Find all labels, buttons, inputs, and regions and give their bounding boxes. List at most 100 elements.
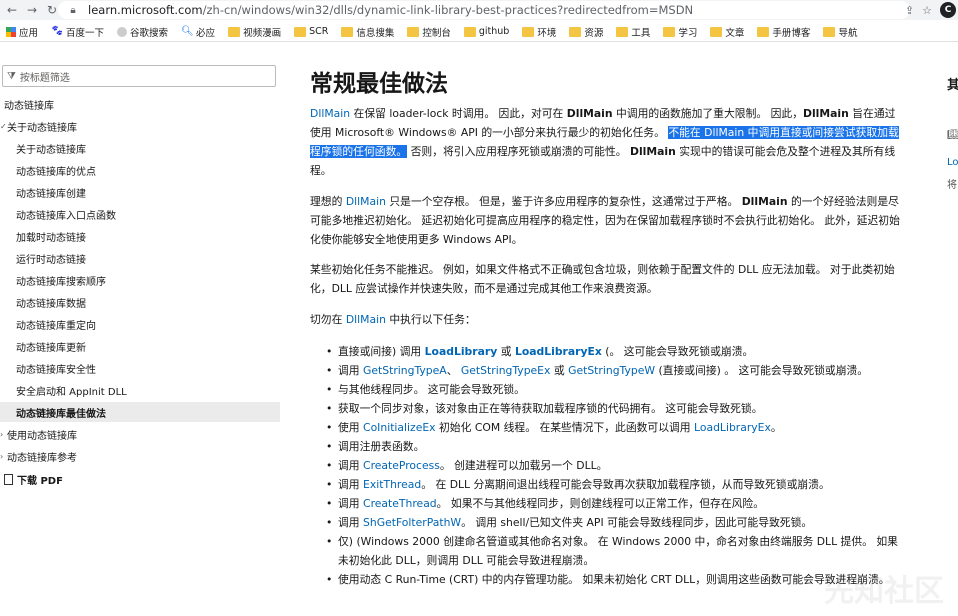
bookmark-item[interactable]: 文章 <box>710 25 744 39</box>
list-item-text: (直接或间接) 。 这可能会导致死锁或崩溃。 <box>655 364 869 377</box>
list-item-text: 。 如果不与其他线程同步，则创建线程可以正常工作，但存在风险。 <box>436 497 765 510</box>
toc-item[interactable]: › 使用动态链接库 <box>0 424 77 444</box>
bookmark-item[interactable]: 手册博客 <box>757 25 810 39</box>
toc-item[interactable]: 关于动态链接库 <box>0 138 86 158</box>
bookmark-label: 控制台 <box>422 27 451 39</box>
list-item: 调用 GetStringTypeA、 GetStringTypeEx 或 Get… <box>326 361 906 380</box>
bookmark-label: 工具 <box>631 27 651 39</box>
api-link[interactable]: LoadLibraryEx <box>515 345 602 358</box>
bookmark-label: 学习 <box>678 27 698 39</box>
bookmark-item[interactable]: 环境 <box>522 25 556 39</box>
api-link[interactable]: LoadLibrary <box>425 345 498 358</box>
right-rail: 其 📖︎ Lo 将 <box>930 46 958 616</box>
api-link[interactable]: GetStringTypeW <box>568 364 655 377</box>
list-item: 调用注册表函数。 <box>326 437 906 456</box>
filter-input[interactable]: ⧩ 按标题筛选 <box>2 65 276 87</box>
api-link[interactable]: LoadLibraryEx <box>694 421 771 434</box>
paragraph-1: DllMain 在保留 loader-lock 时调用。 因此，对可在 DllM… <box>310 104 906 180</box>
list-item: 使用动态 C Run-Time (CRT) 中的内存管理功能。 如果未初始化 C… <box>326 570 906 589</box>
toc-item[interactable]: 动态链接库数据 <box>0 292 86 312</box>
folder-icon <box>757 26 770 37</box>
toc-item[interactable]: 运行时动态链接 <box>0 248 86 268</box>
list-item-text: 直接或间接) 调用 <box>338 345 425 358</box>
url-text[interactable]: learn.microsoft.com/zh-cn/windows/win32/… <box>88 3 693 17</box>
toc-item[interactable]: 安全启动和 AppInit DLL <box>0 380 127 400</box>
rail-text: 将 <box>947 180 957 191</box>
bookmark-label: 手册博客 <box>772 27 811 39</box>
toc-item-label: 加载时动态链接 <box>16 232 86 244</box>
toc-item[interactable]: › 动态链接库参考 <box>0 446 77 466</box>
folder-icon <box>228 26 241 37</box>
paragraph-3: 某些初始化任务不能推迟。 例如，如果文件格式不正确或包含垃圾，则依赖于配置文件的… <box>310 263 895 295</box>
list-item-text: 仅) (Windows 2000 创建命名管道或其他命名对象。 在 Window… <box>338 535 898 567</box>
toc-item[interactable]: 动态链接库的优点 <box>0 160 96 180</box>
bookmark-item[interactable]: 资源 <box>569 25 603 39</box>
list-item-text: 调用 <box>338 516 364 529</box>
api-link[interactable]: CoInitializeEx <box>363 421 436 434</box>
api-link[interactable]: CreateThread <box>363 497 437 510</box>
api-link[interactable]: GetStringTypeA <box>363 364 447 377</box>
watermark: 先知社区 <box>824 574 944 609</box>
rail-title: 其 <box>947 78 958 93</box>
bookmark-item[interactable]: 导航 <box>823 25 857 39</box>
toc-item[interactable]: 动态链接库搜索顺序 <box>0 270 106 290</box>
bookmark-item[interactable]: 谷歌搜索 <box>117 25 168 39</box>
toc-item[interactable]: 动态链接库更新 <box>0 336 86 356</box>
url-box[interactable]: 🔒︎ learn.microsoft.com/zh-cn/windows/win… <box>58 1 910 19</box>
list-item: 与其他线程同步。 这可能会导致死锁。 <box>326 380 906 399</box>
bookmark-label: 视频漫画 <box>243 27 282 39</box>
dllmain-link[interactable]: DllMain <box>346 313 386 326</box>
bookmark-label: 资源 <box>584 27 604 39</box>
bookmark-item[interactable]: 控制台 <box>407 25 451 39</box>
bookmark-item[interactable]: 工具 <box>616 25 650 39</box>
toc-item[interactable]: 动态链接库 <box>0 94 54 114</box>
chevron-down-icon[interactable]: ✓ <box>0 122 7 131</box>
bookmark-item[interactable]: github <box>463 26 509 37</box>
toc-item-label: 使用动态链接库 <box>7 430 77 442</box>
rail-link[interactable]: Lo <box>947 157 958 168</box>
bookmark-star-icon[interactable]: ☆ <box>922 4 932 17</box>
search-icon: 🔍︎ <box>181 25 194 37</box>
list-item-text: 。 创建进程可以加载另一个 DLL。 <box>439 459 608 472</box>
bookmark-item[interactable]: 🔍︎ 必应 <box>181 25 215 39</box>
list-item-text: 或 <box>497 345 515 358</box>
dllmain-link[interactable]: DllMain <box>310 107 350 120</box>
toc-item[interactable]: 动态链接库重定向 <box>0 314 96 334</box>
extension-avatar[interactable]: C <box>940 2 956 18</box>
p4-text-a: 切勿在 <box>310 313 346 326</box>
toc-item[interactable]: 动态链接库创建 <box>0 182 86 202</box>
dllmain-term: DllMain <box>629 145 676 158</box>
toc-item[interactable]: 动态链接库入口点函数 <box>0 204 116 224</box>
back-icon[interactable]: ← <box>4 2 20 18</box>
chevron-right-icon[interactable]: › <box>0 452 6 461</box>
api-link[interactable]: ShGetFolterPathW <box>363 516 461 529</box>
chevron-right-icon[interactable]: › <box>0 430 6 439</box>
toc-item-label: 动态链接库安全性 <box>16 364 96 376</box>
dllmain-link[interactable]: DllMain <box>346 195 386 208</box>
bookmark-item[interactable]: 视频漫画 <box>228 25 281 39</box>
list-item: 获取一个同步对象，该对象由正在等待获取加载程序锁的代码拥有。 这可能会导致死锁。 <box>326 399 906 418</box>
folder-icon <box>463 26 476 37</box>
toc-item-label: 动态链接库 <box>4 100 54 112</box>
bookmark-item[interactable]: 信息搜集 <box>341 25 394 39</box>
toc-item[interactable]: 加载时动态链接 <box>0 226 86 246</box>
sidebar-toc: ⧩ 按标题筛选 动态链接库 ✓ 关于动态链接库 关于动态链接库 动态链接库的优点 动态链接… <box>0 46 282 616</box>
share-icon[interactable]: ⇪ <box>905 4 914 17</box>
lock-icon[interactable]: 🔒︎ <box>66 3 80 17</box>
bookmark-item[interactable]: 🐾︎ 百度一下 <box>51 25 104 39</box>
api-link[interactable]: CreateProcess <box>363 459 440 472</box>
list-item-text: 。 在 DLL 分离期间退出线程可能会导致再次获取加载程序锁，从而导致死锁或崩溃… <box>421 478 830 491</box>
bookmark-item[interactable]: 学习 <box>663 25 697 39</box>
download-pdf-link[interactable]: 下载 PDF <box>4 472 63 487</box>
bookmark-item[interactable]: SCR <box>294 26 328 37</box>
page-title: 常规最佳做法 <box>310 71 448 97</box>
bookmark-item[interactable]: 应用 <box>6 25 38 39</box>
toc-item[interactable]: ✓ 关于动态链接库 <box>0 116 77 136</box>
api-link[interactable]: ExitThread <box>363 478 421 491</box>
forward-icon[interactable]: → <box>24 2 40 18</box>
toc-item[interactable]: 动态链接库安全性 <box>0 358 96 378</box>
toc-item[interactable]: 动态链接库最佳做法 <box>0 402 280 422</box>
toc-item-label: 安全启动和 AppInit DLL <box>16 386 127 398</box>
api-link[interactable]: GetStringTypeEx <box>461 364 550 377</box>
list-item-text: 或 <box>550 364 569 377</box>
